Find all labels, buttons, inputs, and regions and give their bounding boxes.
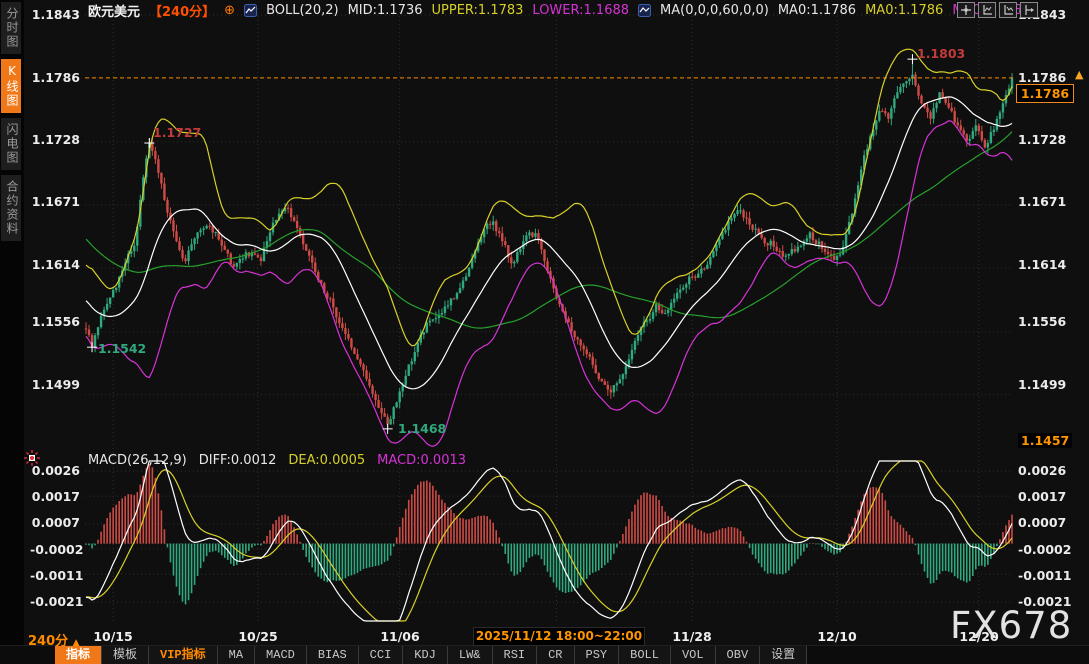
price-tick-right: 1.1728	[1018, 132, 1066, 147]
chart-header: 欧元美元 【240分】 ⊕ BOLL(20,2) MID:1.1736 UPPE…	[88, 2, 1031, 18]
annotation-low-left-price: 1.1542	[98, 341, 146, 356]
macd-tick-left: 0.0007	[30, 515, 80, 530]
tab-psy[interactable]: PSY	[575, 646, 620, 664]
macd-tick-left: 0.0017	[30, 489, 80, 504]
ma-label: MA(0,0,0,60,0,0)	[660, 3, 769, 18]
tab-lwr[interactable]: LW&	[448, 646, 493, 664]
current-price-badge: 1.1786	[1016, 84, 1074, 103]
macd-tick-left: 0.0026	[30, 463, 80, 478]
kline-chart-canvas[interactable]	[0, 0, 1089, 664]
price-tick-right: 1.1671	[1018, 194, 1066, 209]
macd-tick-left: -0.0011	[30, 568, 80, 583]
price-tick-left: 1.1728	[30, 132, 80, 147]
selected-candle-time-badge: 2025/11/12 18:00~22:00 三	[473, 627, 645, 646]
annotation-high-price: 1.1803	[917, 46, 965, 61]
tab-boll[interactable]: BOLL	[619, 646, 671, 664]
tab-ma[interactable]: MA	[218, 646, 255, 664]
price-tick-left: 1.1614	[30, 257, 80, 272]
tab-rsi[interactable]: RSI	[493, 646, 538, 664]
tab-kdj[interactable]: KDJ	[403, 646, 448, 664]
low-price-badge: 1.1457	[1018, 433, 1072, 448]
tab-macd[interactable]: MACD	[255, 646, 307, 664]
boll-mid-value: MID:1.1736	[348, 3, 423, 18]
tab-settings[interactable]: 设置	[760, 646, 807, 664]
annotation-low-mid-price: 1.1468	[398, 421, 446, 436]
ma0-value-white: MA0:1.1786	[778, 3, 856, 18]
tab-cr[interactable]: CR	[537, 646, 574, 664]
axis-scale-left-button[interactable]	[978, 2, 996, 18]
macd-tick-right: -0.0002	[1018, 542, 1071, 557]
date-tick: 11/28	[672, 629, 711, 644]
date-tick: 10/15	[93, 629, 132, 644]
date-tick: 11/06	[380, 629, 419, 644]
fx678-watermark: FX678	[950, 604, 1072, 647]
add-compare-icon[interactable]: ⊕	[224, 3, 235, 18]
pan-tool-button[interactable]	[957, 2, 975, 18]
boll-upper-value: UPPER:1.1783	[432, 3, 524, 18]
macd-tick-right: 0.0007	[1018, 515, 1066, 530]
boll-indicator-icon[interactable]	[244, 4, 257, 17]
macd-diff-value: DIFF:0.0012	[199, 453, 277, 468]
macd-tick-left: -0.0002	[30, 542, 80, 557]
chart-toolbar-topright	[954, 2, 1038, 18]
macd-tick-right: 0.0017	[1018, 489, 1066, 504]
price-tick-left: 1.1499	[30, 377, 80, 392]
price-tick-left: 1.1671	[30, 194, 80, 209]
tab-bias[interactable]: BIAS	[307, 646, 359, 664]
tab-obv[interactable]: OBV	[716, 646, 761, 664]
price-tick-right: 1.1556	[1018, 314, 1066, 329]
pane-expand-button[interactable]	[1020, 2, 1038, 18]
tab-cci[interactable]: CCI	[359, 646, 404, 664]
macd-tick-right: 0.0026	[1018, 463, 1066, 478]
macd-header: MACD(26,12,9) DIFF:0.0012 DEA:0.0005 MAC…	[88, 453, 466, 468]
price-tick-right: 1.1786	[1018, 70, 1066, 85]
price-tick-left: 1.1843	[30, 7, 80, 22]
price-tick-right: 1.1499	[1018, 377, 1066, 392]
price-up-arrow-icon: ▲	[1075, 68, 1083, 81]
price-tick-left: 1.1556	[30, 314, 80, 329]
macd-value: MACD:0.0013	[377, 453, 466, 468]
date-tick: 10/25	[238, 629, 277, 644]
macd-dea-value: DEA:0.0005	[288, 453, 365, 468]
tab-indicator[interactable]: 指标	[55, 646, 102, 664]
ma-indicator-icon[interactable]	[638, 4, 651, 17]
ma0-value-yellow: MA0:1.1786	[865, 3, 943, 18]
price-tick-right: 1.1614	[1018, 257, 1066, 272]
tab-vol[interactable]: VOL	[671, 646, 716, 664]
axis-scale-right-button[interactable]	[999, 2, 1017, 18]
boll-lower-value: LOWER:1.1688	[532, 3, 629, 18]
macd-tick-right: -0.0011	[1018, 568, 1071, 583]
indicator-toolbar: 指标 模板 VIP指标 MA MACD BIAS CCI KDJ LW& RSI…	[55, 646, 807, 664]
trading-app-window: 分时图 K线图 闪电图 合约资料 欧元美元 【240分】 ⊕ BOLL(20,2…	[0, 0, 1089, 664]
macd-tick-left: -0.0021	[30, 594, 80, 609]
period-tag: 【240分】	[149, 1, 215, 20]
boll-label: BOLL(20,2)	[266, 3, 339, 18]
macd-title: MACD(26,12,9)	[88, 453, 187, 468]
price-tick-left: 1.1786	[30, 70, 80, 85]
tab-vip-indicator[interactable]: VIP指标	[149, 646, 218, 664]
date-tick: 12/10	[817, 629, 856, 644]
symbol-name: 欧元美元	[88, 1, 140, 20]
tab-template[interactable]: 模板	[102, 646, 149, 664]
annotation-peak-price: 1.1727	[153, 125, 201, 140]
